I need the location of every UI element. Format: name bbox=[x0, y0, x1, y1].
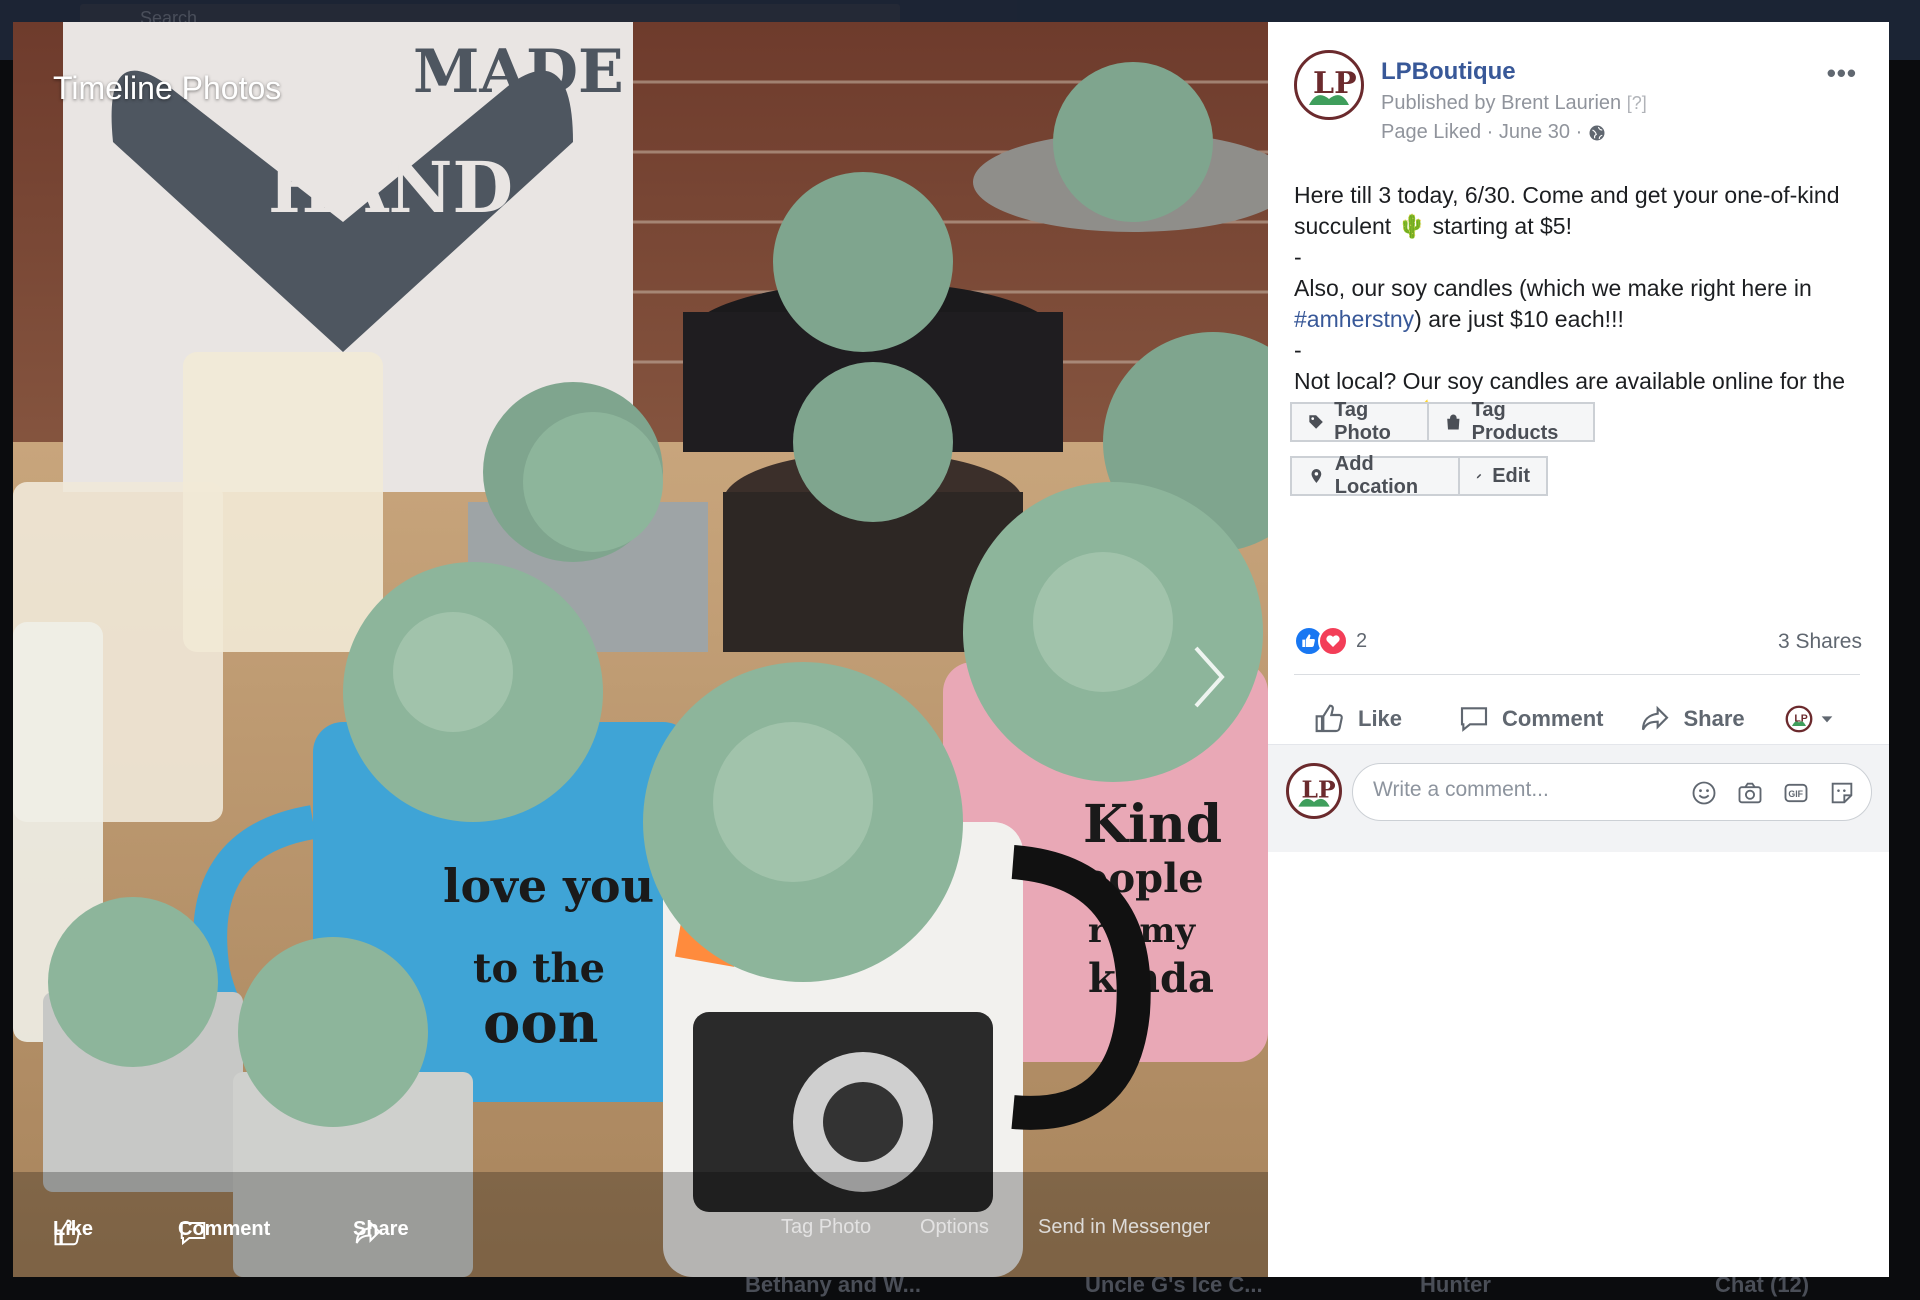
svg-text:HAND: HAND bbox=[268, 146, 513, 229]
next-photo-arrow[interactable] bbox=[1188, 642, 1228, 712]
background-chat-bar: Bethany and W... Uncle G's Ice C... Hunt… bbox=[0, 1272, 1920, 1300]
love-reaction-icon bbox=[1318, 626, 1348, 656]
post-action-row: Like Comment Share LP bbox=[1294, 694, 1860, 744]
succulent-photo: HAND MADE love you to the oon Kind eople… bbox=[13, 22, 1268, 1277]
edit-label: Edit bbox=[1492, 464, 1530, 487]
thumbs-up-icon bbox=[54, 1219, 81, 1246]
more-options-button[interactable]: ••• bbox=[1827, 58, 1857, 89]
viewer-comment-button[interactable]: Comment bbox=[178, 1218, 270, 1246]
emoji-button[interactable] bbox=[1689, 778, 1719, 808]
svg-text:Kind: Kind bbox=[1083, 794, 1222, 855]
add-location-button[interactable]: Add Location bbox=[1290, 453, 1460, 498]
page-name-link[interactable]: LPBoutique bbox=[1381, 58, 1516, 86]
svg-text:MADE: MADE bbox=[413, 37, 624, 107]
lp-logo-icon: LP bbox=[1309, 66, 1357, 105]
post-text-line: ) are just $10 each!!! bbox=[1414, 306, 1624, 332]
cactus-emoji: 🌵 bbox=[1397, 213, 1427, 239]
smiley-icon bbox=[1692, 781, 1716, 805]
post-paragraph: Also, our soy candles (which we make rig… bbox=[1294, 273, 1854, 335]
lp-logo-icon: LP bbox=[1298, 775, 1336, 807]
camera-icon bbox=[1738, 782, 1762, 804]
comment-tools: GIF bbox=[1689, 778, 1857, 808]
post-meta: Page Liked · June 30 · bbox=[1381, 121, 1606, 144]
shopping-bag-icon bbox=[1447, 414, 1460, 430]
chevron-right-icon bbox=[1194, 646, 1225, 708]
viewer-title: Timeline Photos bbox=[53, 70, 282, 106]
photo-button[interactable] bbox=[1735, 778, 1765, 808]
comment-icon bbox=[180, 1222, 206, 1246]
post-like-label: Like bbox=[1358, 706, 1403, 731]
svg-text:GIF: GIF bbox=[1788, 789, 1803, 799]
post-share-button[interactable]: Share bbox=[1639, 703, 1745, 735]
post-share-label: Share bbox=[1683, 706, 1745, 731]
photo-stage[interactable]: HAND MADE love you to the oon Kind eople… bbox=[13, 22, 1268, 1277]
post-as-selector[interactable]: LP bbox=[1785, 705, 1835, 733]
share-icon bbox=[355, 1220, 381, 1244]
post-panel: LP LPBoutique Published by Brent Laurien… bbox=[1268, 22, 1889, 1277]
post-comment-button[interactable]: Comment bbox=[1458, 703, 1603, 735]
post-body: Here till 3 today, 6/30. Come and get yo… bbox=[1294, 180, 1854, 428]
svg-text:love you: love you bbox=[443, 859, 654, 913]
shares-count-link[interactable]: 3 Shares bbox=[1778, 630, 1862, 654]
published-by-text: Published by Brent Laurien bbox=[1381, 92, 1622, 114]
comment-input-box: GIF bbox=[1352, 763, 1872, 821]
svg-text:oon: oon bbox=[483, 990, 598, 1056]
post-text-line: Also, our soy candles (which we make rig… bbox=[1294, 275, 1812, 301]
post-comment-label: Comment bbox=[1502, 706, 1604, 731]
post-meta-text: Page Liked · June 30 · bbox=[1381, 121, 1583, 143]
sticker-button[interactable] bbox=[1827, 778, 1857, 808]
comment-icon bbox=[1460, 707, 1488, 732]
caret-down-icon bbox=[1821, 716, 1832, 723]
hashtag-link[interactable]: #amherstny bbox=[1294, 306, 1414, 332]
post-separator: - bbox=[1294, 337, 1302, 363]
sticker-icon bbox=[1831, 782, 1853, 804]
globe-icon bbox=[1589, 125, 1605, 140]
pencil-icon bbox=[1476, 473, 1482, 479]
post-like-button[interactable]: Like bbox=[1314, 703, 1402, 735]
edit-button[interactable]: Edit bbox=[1458, 456, 1548, 496]
viewer-options-link[interactable]: Options bbox=[920, 1216, 989, 1239]
tag-photo-label: Tag Photo bbox=[1334, 399, 1391, 444]
gif-button[interactable]: GIF bbox=[1781, 778, 1811, 808]
viewer-share-button[interactable]: Share bbox=[353, 1218, 409, 1244]
svg-text:kinda: kinda bbox=[1088, 955, 1214, 1002]
tag-products-button[interactable]: Tag Products bbox=[1427, 399, 1595, 444]
svg-text:to the: to the bbox=[473, 945, 605, 992]
share-icon bbox=[1642, 705, 1669, 731]
page-avatar[interactable]: LP bbox=[1294, 50, 1364, 120]
page-avatar-small-icon: LP bbox=[1785, 705, 1813, 733]
reaction-count: 2 bbox=[1356, 629, 1368, 652]
location-pin-icon bbox=[1311, 469, 1322, 483]
reaction-summary[interactable]: 2 bbox=[1294, 626, 1367, 656]
published-help-link[interactable]: [?] bbox=[1627, 93, 1647, 113]
tag-icon bbox=[1309, 415, 1323, 429]
viewer-action-bar: Like Comment Share Tag Photo Options Sen… bbox=[13, 1187, 1268, 1277]
comment-composer: LP GIF bbox=[1268, 744, 1889, 852]
commenter-avatar: LP bbox=[1286, 763, 1342, 819]
gif-icon: GIF bbox=[1784, 783, 1808, 803]
svg-text:LP: LP bbox=[1794, 712, 1807, 724]
thumbs-up-icon bbox=[1315, 704, 1343, 733]
divider bbox=[1294, 674, 1860, 675]
viewer-send-messenger-link[interactable]: Send in Messenger bbox=[1038, 1216, 1210, 1239]
tag-products-label: Tag Products bbox=[1471, 399, 1559, 444]
comment-input[interactable] bbox=[1373, 778, 1673, 802]
viewer-tag-photo-link[interactable]: Tag Photo bbox=[781, 1216, 871, 1239]
published-by: Published by Brent Laurien [?] bbox=[1381, 92, 1647, 115]
viewer-like-button[interactable]: Like bbox=[53, 1218, 93, 1246]
post-paragraph: Here till 3 today, 6/30. Come and get yo… bbox=[1294, 180, 1854, 242]
tag-photo-button[interactable]: Tag Photo bbox=[1290, 399, 1430, 444]
add-location-label: Add Location bbox=[1334, 453, 1419, 498]
post-text-line: starting at $5! bbox=[1432, 213, 1572, 239]
post-separator: - bbox=[1294, 244, 1302, 270]
